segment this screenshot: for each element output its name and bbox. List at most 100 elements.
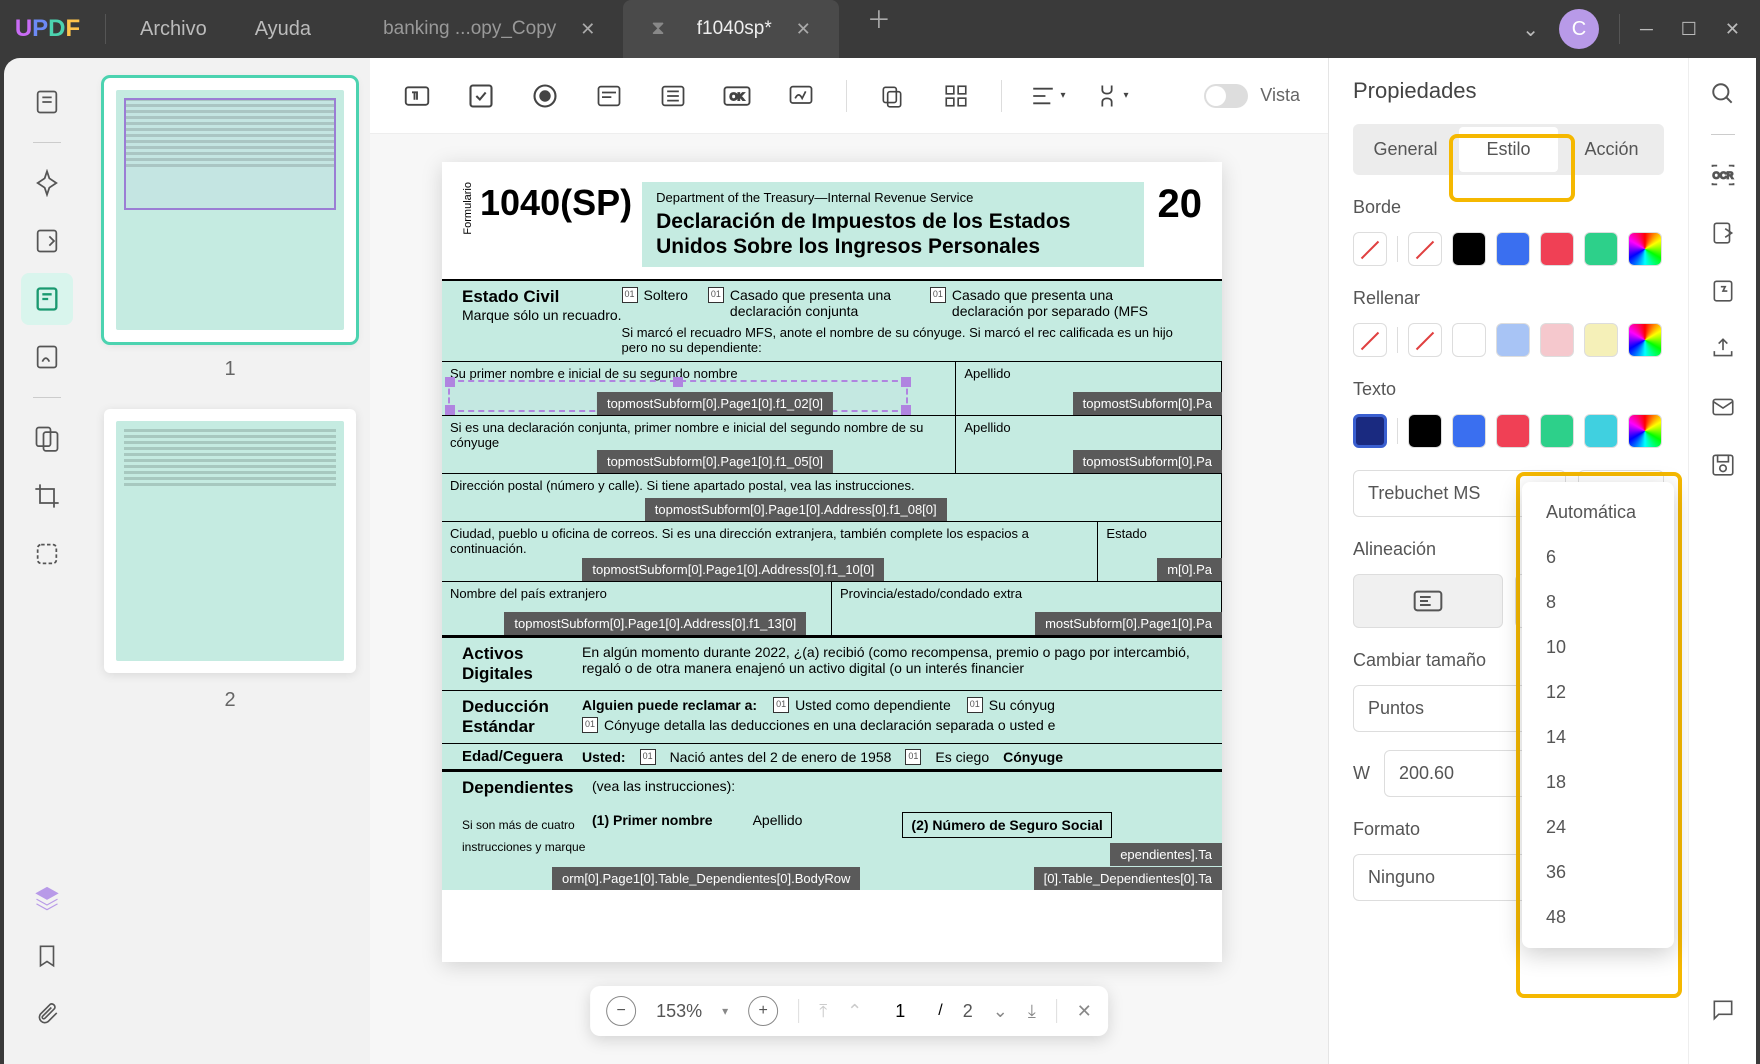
zoom-value[interactable]: 153%	[656, 1001, 702, 1022]
new-tab-button[interactable]: ＋	[851, 0, 907, 58]
size-option[interactable]: 24	[1522, 805, 1674, 850]
size-option[interactable]: 12	[1522, 670, 1674, 715]
redact-icon[interactable]	[21, 528, 73, 580]
form-icon[interactable]	[21, 273, 73, 325]
search-icon[interactable]	[1705, 76, 1741, 112]
activos-text: En algún momento durante 2022, ¿(a) reci…	[582, 644, 1202, 684]
recognize-tool[interactable]: ▾	[1092, 77, 1130, 115]
save-icon[interactable]	[1705, 447, 1741, 483]
zoom-out-button[interactable]: −	[606, 996, 636, 1026]
color-swatch[interactable]	[1584, 232, 1618, 266]
button-tool[interactable]: OK	[718, 77, 756, 115]
close-icon[interactable]: ✕	[796, 19, 811, 40]
chat-icon[interactable]	[1705, 992, 1741, 1028]
color-picker-swatch[interactable]	[1628, 232, 1662, 266]
size-option[interactable]: 18	[1522, 760, 1674, 805]
deduccion-label: Deducción Estándar	[462, 697, 582, 737]
page-input[interactable]	[882, 1001, 918, 1022]
color-swatch[interactable]	[1496, 232, 1530, 266]
document-page[interactable]: Formulario 1040(SP) Department of the Tr…	[442, 162, 1222, 962]
close-window-icon[interactable]: ✕	[1725, 19, 1740, 40]
tab-estilo[interactable]: Estilo	[1459, 127, 1558, 172]
size-option[interactable]: 36	[1522, 850, 1674, 895]
color-swatch[interactable]	[1408, 323, 1442, 357]
chevron-down-icon[interactable]: ⌄	[1522, 17, 1539, 42]
user-avatar[interactable]: C	[1559, 9, 1599, 49]
maximize-icon[interactable]: ☐	[1681, 19, 1697, 40]
color-swatch[interactable]	[1452, 232, 1486, 266]
listbox-tool[interactable]	[654, 77, 692, 115]
layers-icon[interactable]	[21, 872, 73, 924]
color-swatch[interactable]	[1452, 414, 1486, 448]
color-swatch[interactable]	[1584, 414, 1618, 448]
properties-panel: Propiedades General Estilo Acción Borde …	[1328, 58, 1688, 1064]
comment-icon[interactable]	[21, 157, 73, 209]
signature-tool[interactable]	[782, 77, 820, 115]
color-swatch[interactable]	[1540, 414, 1574, 448]
field-overlay: topmostSubform[0].Page1[0].f1_05[0]	[597, 450, 833, 473]
tab-f1040sp[interactable]: ⧗ f1040sp* ✕	[623, 0, 838, 58]
size-option[interactable]: 8	[1522, 580, 1674, 625]
align-tool[interactable]: ▾	[1028, 77, 1066, 115]
size-option[interactable]: 10	[1522, 625, 1674, 670]
menu-archivo[interactable]: Archivo	[116, 18, 231, 41]
color-swatch[interactable]	[1496, 323, 1530, 357]
prev-page-icon[interactable]: ⌃	[847, 1001, 862, 1022]
attachment-icon[interactable]	[21, 988, 73, 1040]
ocr-icon[interactable]: OCR	[1705, 157, 1741, 193]
size-option[interactable]: Automática	[1522, 490, 1674, 535]
text-field-tool[interactable]	[398, 77, 436, 115]
compress-icon[interactable]	[1705, 273, 1741, 309]
color-picker-swatch[interactable]	[1628, 323, 1662, 357]
no-color-swatch[interactable]	[1353, 232, 1387, 266]
color-swatch[interactable]	[1496, 414, 1530, 448]
size-option[interactable]: 6	[1522, 535, 1674, 580]
thumbnail-1[interactable]	[104, 78, 356, 342]
color-swatch[interactable]	[1408, 414, 1442, 448]
primer-nombre-label: Su primer nombre e inicial de su segundo…	[450, 366, 947, 381]
close-controls-icon[interactable]: ✕	[1077, 1001, 1092, 1022]
no-color-swatch[interactable]	[1353, 323, 1387, 357]
export-icon[interactable]	[1705, 215, 1741, 251]
color-swatch[interactable]	[1408, 232, 1442, 266]
bookmark-icon[interactable]	[21, 930, 73, 982]
dropdown-tool[interactable]	[590, 77, 628, 115]
close-icon[interactable]: ✕	[580, 19, 595, 40]
copy-tool[interactable]	[873, 77, 911, 115]
minimize-icon[interactable]: ─	[1640, 19, 1653, 40]
chevron-down-icon[interactable]: ▾	[722, 1004, 728, 1018]
share-icon[interactable]	[1705, 331, 1741, 367]
tab-banking[interactable]: banking ...opy_Copy ✕	[355, 0, 623, 58]
color-swatch[interactable]	[1452, 323, 1486, 357]
reader-icon[interactable]	[21, 76, 73, 128]
menu-ayuda[interactable]: Ayuda	[231, 18, 335, 41]
color-swatch[interactable]	[1540, 323, 1574, 357]
color-swatch-selected[interactable]	[1353, 414, 1387, 448]
thumbnail-2[interactable]	[104, 409, 356, 673]
size-option[interactable]: 14	[1522, 715, 1674, 760]
pages-icon[interactable]	[21, 412, 73, 464]
apellido-col: Apellido	[753, 812, 803, 838]
size-option[interactable]: 48	[1522, 895, 1674, 940]
last-page-icon[interactable]: ⤓	[1028, 1001, 1036, 1022]
next-page-icon[interactable]: ⌄	[993, 1001, 1008, 1022]
page-total: 2	[963, 1001, 973, 1022]
crop-icon[interactable]	[21, 470, 73, 522]
app-logo: UPDF	[0, 15, 95, 43]
first-page-icon[interactable]: ⤒	[819, 1001, 827, 1022]
email-icon[interactable]	[1705, 389, 1741, 425]
align-left-button[interactable]	[1353, 574, 1503, 628]
tab-general[interactable]: General	[1356, 127, 1455, 172]
tab-accion[interactable]: Acción	[1562, 127, 1661, 172]
zoom-in-button[interactable]: +	[748, 996, 778, 1026]
view-toggle[interactable]	[1204, 84, 1248, 108]
radio-tool[interactable]	[526, 77, 564, 115]
edit-icon[interactable]	[21, 215, 73, 267]
conyuge-ded-label: Cónyuge detalla las deducciones en una d…	[604, 717, 1055, 733]
checkbox-tool[interactable]	[462, 77, 500, 115]
color-picker-swatch[interactable]	[1628, 414, 1662, 448]
grid-tool[interactable]	[937, 77, 975, 115]
color-swatch[interactable]	[1540, 232, 1574, 266]
color-swatch[interactable]	[1584, 323, 1618, 357]
signature-icon[interactable]	[21, 331, 73, 383]
